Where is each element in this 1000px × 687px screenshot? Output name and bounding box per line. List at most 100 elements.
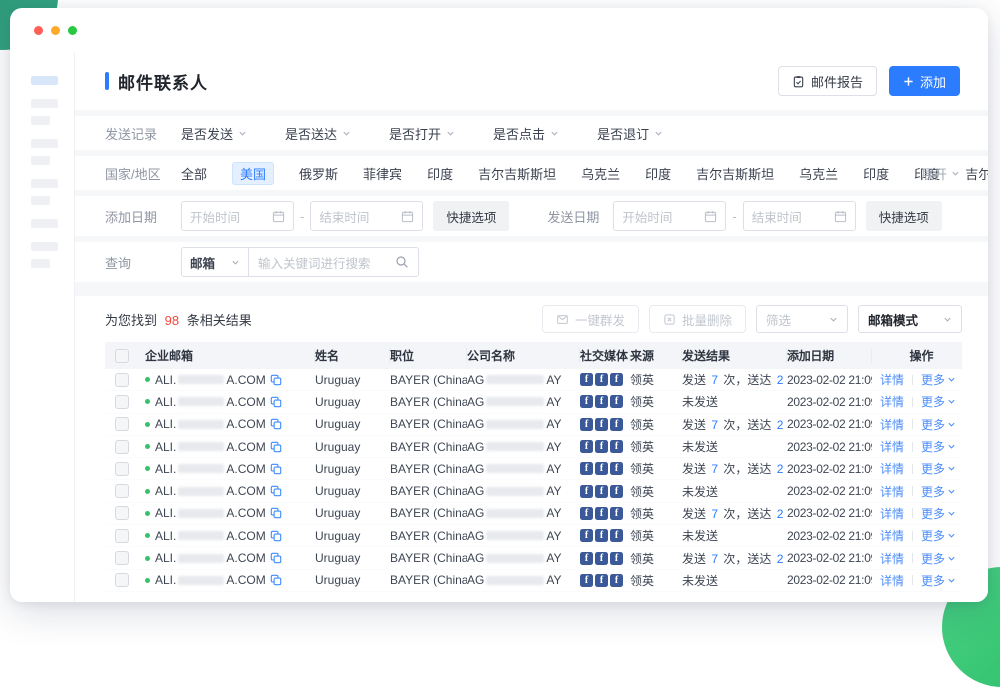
row-checkbox[interactable] (115, 417, 129, 431)
copy-email-icon[interactable] (270, 530, 282, 542)
detail-link[interactable]: 详情 (880, 460, 904, 477)
send-date-quick-options-button[interactable]: 快捷选项 (866, 201, 942, 231)
mail-report-button[interactable]: 邮件报告 (778, 66, 877, 96)
country-filter-item[interactable]: 印度 (645, 164, 671, 183)
facebook-icon[interactable]: f (595, 485, 608, 498)
facebook-icon[interactable]: f (595, 529, 608, 542)
facebook-icon[interactable]: f (580, 462, 593, 475)
row-checkbox[interactable] (115, 506, 129, 520)
detail-link[interactable]: 详情 (880, 416, 904, 433)
facebook-icon[interactable]: f (610, 552, 623, 565)
facebook-icon[interactable]: f (595, 574, 608, 587)
facebook-icon[interactable]: f (580, 552, 593, 565)
country-filter-item[interactable]: 印度 (427, 164, 453, 183)
country-filter-item[interactable]: 吉尔吉斯斯坦 (478, 164, 556, 183)
add-date-start-input[interactable]: 开始时间 (181, 201, 294, 231)
row-checkbox[interactable] (115, 440, 129, 454)
send-date-start-input[interactable]: 开始时间 (613, 201, 726, 231)
country-filter-item[interactable]: 全部 (181, 164, 207, 183)
country-filter-item[interactable]: 吉尔吉斯斯坦 (696, 164, 774, 183)
copy-email-icon[interactable] (270, 441, 282, 453)
row-checkbox[interactable] (115, 395, 129, 409)
country-filter-item[interactable]: 吉尔吉斯斯坦 (965, 164, 988, 183)
send-filter-dropdown[interactable]: 是否打开 (389, 124, 455, 143)
facebook-icon[interactable]: f (580, 485, 593, 498)
facebook-icon[interactable]: f (595, 395, 608, 408)
country-filter-item[interactable]: 俄罗斯 (299, 164, 338, 183)
country-filter-item[interactable]: 菲律宾 (363, 164, 402, 183)
filter-select[interactable]: 筛选 (756, 305, 848, 333)
facebook-icon[interactable]: f (580, 574, 593, 587)
facebook-icon[interactable]: f (610, 395, 623, 408)
detail-link[interactable]: 详情 (880, 393, 904, 410)
more-link[interactable]: 更多 (921, 572, 956, 589)
country-filter-item[interactable]: 乌克兰 (799, 164, 838, 183)
send-filter-dropdown[interactable]: 是否发送 (181, 124, 247, 143)
more-link[interactable]: 更多 (921, 460, 956, 477)
add-button[interactable]: 添加 (889, 66, 960, 96)
copy-email-icon[interactable] (270, 574, 282, 586)
window-zoom-button[interactable] (68, 26, 77, 35)
facebook-icon[interactable]: f (610, 440, 623, 453)
country-filter-item[interactable]: 美国 (232, 162, 274, 185)
row-checkbox[interactable] (115, 462, 129, 476)
more-link[interactable]: 更多 (921, 416, 956, 433)
facebook-icon[interactable]: f (610, 529, 623, 542)
more-link[interactable]: 更多 (921, 483, 956, 500)
search-icon[interactable] (395, 255, 409, 269)
detail-link[interactable]: 详情 (880, 371, 904, 388)
facebook-icon[interactable]: f (610, 418, 623, 431)
copy-email-icon[interactable] (270, 374, 282, 386)
row-checkbox[interactable] (115, 551, 129, 565)
facebook-icon[interactable]: f (610, 485, 623, 498)
facebook-icon[interactable]: f (580, 373, 593, 386)
bulk-delete-button[interactable]: 批量删除 (649, 305, 746, 333)
more-link[interactable]: 更多 (921, 550, 956, 567)
row-checkbox[interactable] (115, 573, 129, 587)
facebook-icon[interactable]: f (610, 462, 623, 475)
mailbox-mode-select[interactable]: 邮箱模式 (858, 305, 962, 333)
more-link[interactable]: 更多 (921, 438, 956, 455)
window-close-button[interactable] (34, 26, 43, 35)
detail-link[interactable]: 详情 (880, 572, 904, 589)
send-filter-dropdown[interactable]: 是否退订 (597, 124, 663, 143)
query-field-select[interactable]: 邮箱 (181, 247, 249, 277)
copy-email-icon[interactable] (270, 418, 282, 430)
more-link[interactable]: 更多 (921, 527, 956, 544)
facebook-icon[interactable]: f (610, 574, 623, 587)
facebook-icon[interactable]: f (595, 462, 608, 475)
detail-link[interactable]: 详情 (880, 550, 904, 567)
copy-email-icon[interactable] (270, 485, 282, 497)
row-checkbox[interactable] (115, 373, 129, 387)
send-filter-dropdown[interactable]: 是否送达 (285, 124, 351, 143)
facebook-icon[interactable]: f (580, 529, 593, 542)
facebook-icon[interactable]: f (595, 418, 608, 431)
facebook-icon[interactable]: f (580, 440, 593, 453)
search-input[interactable]: 输入关键词进行搜索 (249, 247, 419, 277)
detail-link[interactable]: 详情 (880, 483, 904, 500)
detail-link[interactable]: 详情 (880, 527, 904, 544)
send-filter-dropdown[interactable]: 是否点击 (493, 124, 559, 143)
facebook-icon[interactable]: f (580, 395, 593, 408)
copy-email-icon[interactable] (270, 507, 282, 519)
more-link[interactable]: 更多 (921, 393, 956, 410)
add-date-quick-options-button[interactable]: 快捷选项 (433, 201, 509, 231)
row-checkbox[interactable] (115, 484, 129, 498)
expand-button[interactable]: 展开 (921, 164, 960, 183)
detail-link[interactable]: 详情 (880, 505, 904, 522)
facebook-icon[interactable]: f (595, 507, 608, 520)
detail-link[interactable]: 详情 (880, 438, 904, 455)
copy-email-icon[interactable] (270, 552, 282, 564)
more-link[interactable]: 更多 (921, 505, 956, 522)
country-filter-item[interactable]: 乌克兰 (581, 164, 620, 183)
facebook-icon[interactable]: f (580, 418, 593, 431)
facebook-icon[interactable]: f (595, 440, 608, 453)
add-date-end-input[interactable]: 结束时间 (310, 201, 423, 231)
copy-email-icon[interactable] (270, 396, 282, 408)
facebook-icon[interactable]: f (595, 373, 608, 386)
send-date-end-input[interactable]: 结束时间 (743, 201, 856, 231)
bulk-send-button[interactable]: 一键群发 (542, 305, 639, 333)
facebook-icon[interactable]: f (610, 507, 623, 520)
copy-email-icon[interactable] (270, 463, 282, 475)
select-all-checkbox[interactable] (115, 349, 129, 363)
